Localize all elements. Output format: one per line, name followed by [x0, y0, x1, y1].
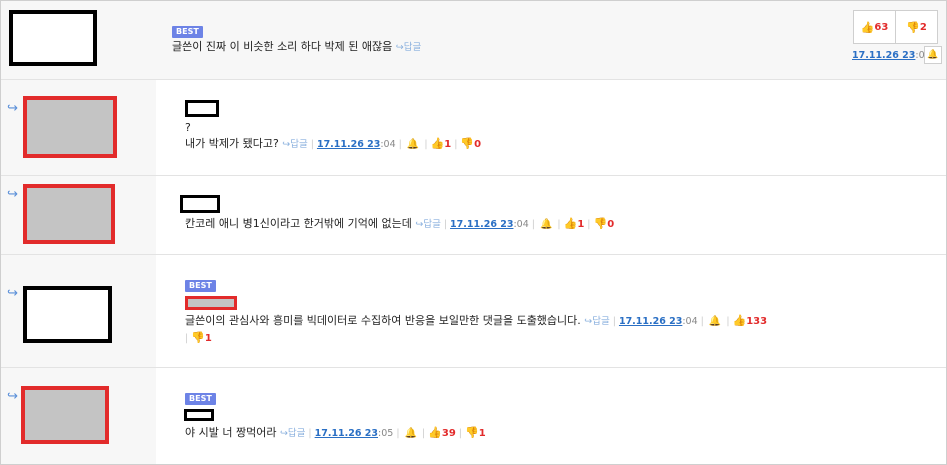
comment-text-line1: ? — [185, 121, 191, 134]
upvote-count: 63 — [874, 21, 889, 33]
reply-button[interactable]: ↪답글 — [584, 316, 609, 327]
comment-body: BEST 야 시발 너 짱먹어라 ↪답글 | 17.11.26 23:05 | 🔔 | 👍3… — [156, 368, 946, 464]
bell-icon[interactable]: 🔔 — [407, 138, 419, 152]
comment-text: 칸코레 애니 병1신이라고 한거밖에 기억에 없는데 — [185, 217, 412, 230]
reply-button[interactable]: ↪답글 — [396, 42, 421, 53]
comment-body: BEST 글쓴이의 관심사와 흥미를 빅데이터로 수집하여 반응을 보일만한 댓… — [156, 255, 946, 367]
comment-row: ↪ ? 내가 박제가 됐다고? ↪답글 | 17.11.26 23:04 | 🔔 | 👍1 |… — [1, 80, 946, 176]
avatar[interactable] — [23, 286, 112, 343]
comment-text: 야 시발 너 짱먹어라 — [185, 426, 277, 439]
downvote-count: 0 — [474, 139, 482, 150]
bell-icon[interactable]: 🔔 — [540, 218, 552, 232]
comment-body: BEST 글쓴이 진짜 이 비슷한 소리 하다 박제 된 애잖음 ↪답글 👍 6… — [156, 1, 946, 79]
upvote-count: 39 — [441, 428, 456, 439]
reply-button[interactable]: ↪답글 — [280, 428, 305, 439]
comment-row: ↪ BEST 글쓴이의 관심사와 흥미를 빅데이터로 수집하여 반응을 보일만한… — [1, 255, 946, 368]
upvote-count: 133 — [746, 316, 768, 327]
downvote-count: 0 — [607, 219, 615, 230]
best-badge: BEST — [172, 26, 203, 38]
downvote-count: 2 — [919, 21, 927, 33]
thumb-down-icon[interactable]: 👎 — [593, 217, 607, 231]
comment-row: ↪ 칸코레 애니 병1신이라고 한거밖에 기억에 없는데 ↪답글 | 17.11.2… — [1, 176, 946, 255]
comment-seconds: :04 — [513, 219, 529, 230]
comment-text: 글쓴이의 관심사와 흥미를 빅데이터로 수집하여 반응을 보일만한 댓글을 도출… — [185, 314, 581, 327]
comment-date[interactable]: 17.11.26 23 — [317, 139, 380, 150]
best-badge: BEST — [185, 393, 216, 405]
thumb-down-icon[interactable]: 👎 — [465, 426, 479, 440]
thumb-up-icon[interactable]: 👍 — [431, 137, 445, 151]
comment-date[interactable]: 17.11.26 23 — [315, 428, 378, 439]
avatar[interactable] — [23, 96, 117, 158]
reply-button[interactable]: ↪답글 — [415, 219, 440, 230]
comment-date[interactable]: 17.11.26 23 — [619, 316, 682, 327]
comment-body: 칸코레 애니 병1신이라고 한거밖에 기억에 없는데 ↪답글 | 17.11.26 … — [156, 176, 946, 254]
comment-seconds: :05 — [378, 428, 394, 439]
comment-list: BEST 글쓴이 진짜 이 비슷한 소리 하다 박제 된 애잖음 ↪답글 👍 6… — [0, 0, 947, 465]
reply-button[interactable]: ↪답글 — [282, 139, 307, 150]
avatar[interactable] — [21, 386, 109, 444]
best-badge: BEST — [185, 280, 216, 292]
reply-arrow-icon: ↪ — [7, 187, 18, 202]
report-button[interactable]: 🔔 — [924, 46, 942, 64]
comment-row: ↪ BEST 야 시발 너 짱먹어라 ↪답글 | 17.11.26 23:05 | 🔔 |… — [1, 368, 946, 464]
thumb-up-icon[interactable]: 👍 — [428, 426, 442, 440]
thumb-down-icon[interactable]: 👎 — [460, 137, 474, 151]
upvote-count: 1 — [444, 139, 452, 150]
thumb-down-icon[interactable]: 👎 — [191, 331, 205, 345]
comment-date[interactable]: 17.11.26 23 — [852, 50, 915, 61]
comment-seconds: :04 — [380, 139, 396, 150]
comment-body: ? 내가 박제가 됐다고? ↪답글 | 17.11.26 23:04 | 🔔 | 👍1 | 👎0 — [156, 80, 946, 175]
avatar[interactable] — [23, 184, 115, 244]
reply-arrow-icon: ↪ — [7, 101, 18, 116]
comment-text: 내가 박제가 됐다고? — [185, 137, 279, 150]
upvote-button[interactable]: 👍 63 — [854, 11, 895, 43]
downvote-button[interactable]: 👎 2 — [895, 11, 937, 43]
downvote-count: 1 — [204, 333, 212, 344]
bell-icon: 🔔 — [927, 50, 939, 60]
nickname[interactable] — [184, 409, 214, 421]
upvote-count: 1 — [577, 219, 585, 230]
bell-icon[interactable]: 🔔 — [405, 427, 417, 441]
thumb-up-icon[interactable]: 👍 — [564, 217, 578, 231]
nickname[interactable] — [185, 100, 219, 117]
avatar[interactable] — [9, 10, 97, 66]
thumb-up-icon[interactable]: 👍 — [733, 314, 747, 328]
reply-arrow-icon: ↪ — [7, 389, 18, 404]
comment-seconds: :04 — [682, 316, 698, 327]
nickname[interactable] — [180, 195, 220, 213]
comment-text: 글쓴이 진짜 이 비슷한 소리 하다 박제 된 애잖음 — [172, 40, 393, 53]
reply-arrow-icon: ↪ — [7, 286, 18, 301]
comment-row: BEST 글쓴이 진짜 이 비슷한 소리 하다 박제 된 애잖음 ↪답글 👍 6… — [1, 1, 946, 80]
thumb-up-icon: 👍 — [860, 20, 875, 34]
vote-box: 👍 63 👎 2 — [853, 10, 938, 44]
bell-icon[interactable]: 🔔 — [709, 315, 721, 329]
downvote-count: 1 — [478, 428, 486, 439]
comment-date[interactable]: 17.11.26 23 — [450, 219, 513, 230]
nickname[interactable] — [185, 296, 237, 310]
thumb-down-icon: 👎 — [906, 20, 920, 34]
